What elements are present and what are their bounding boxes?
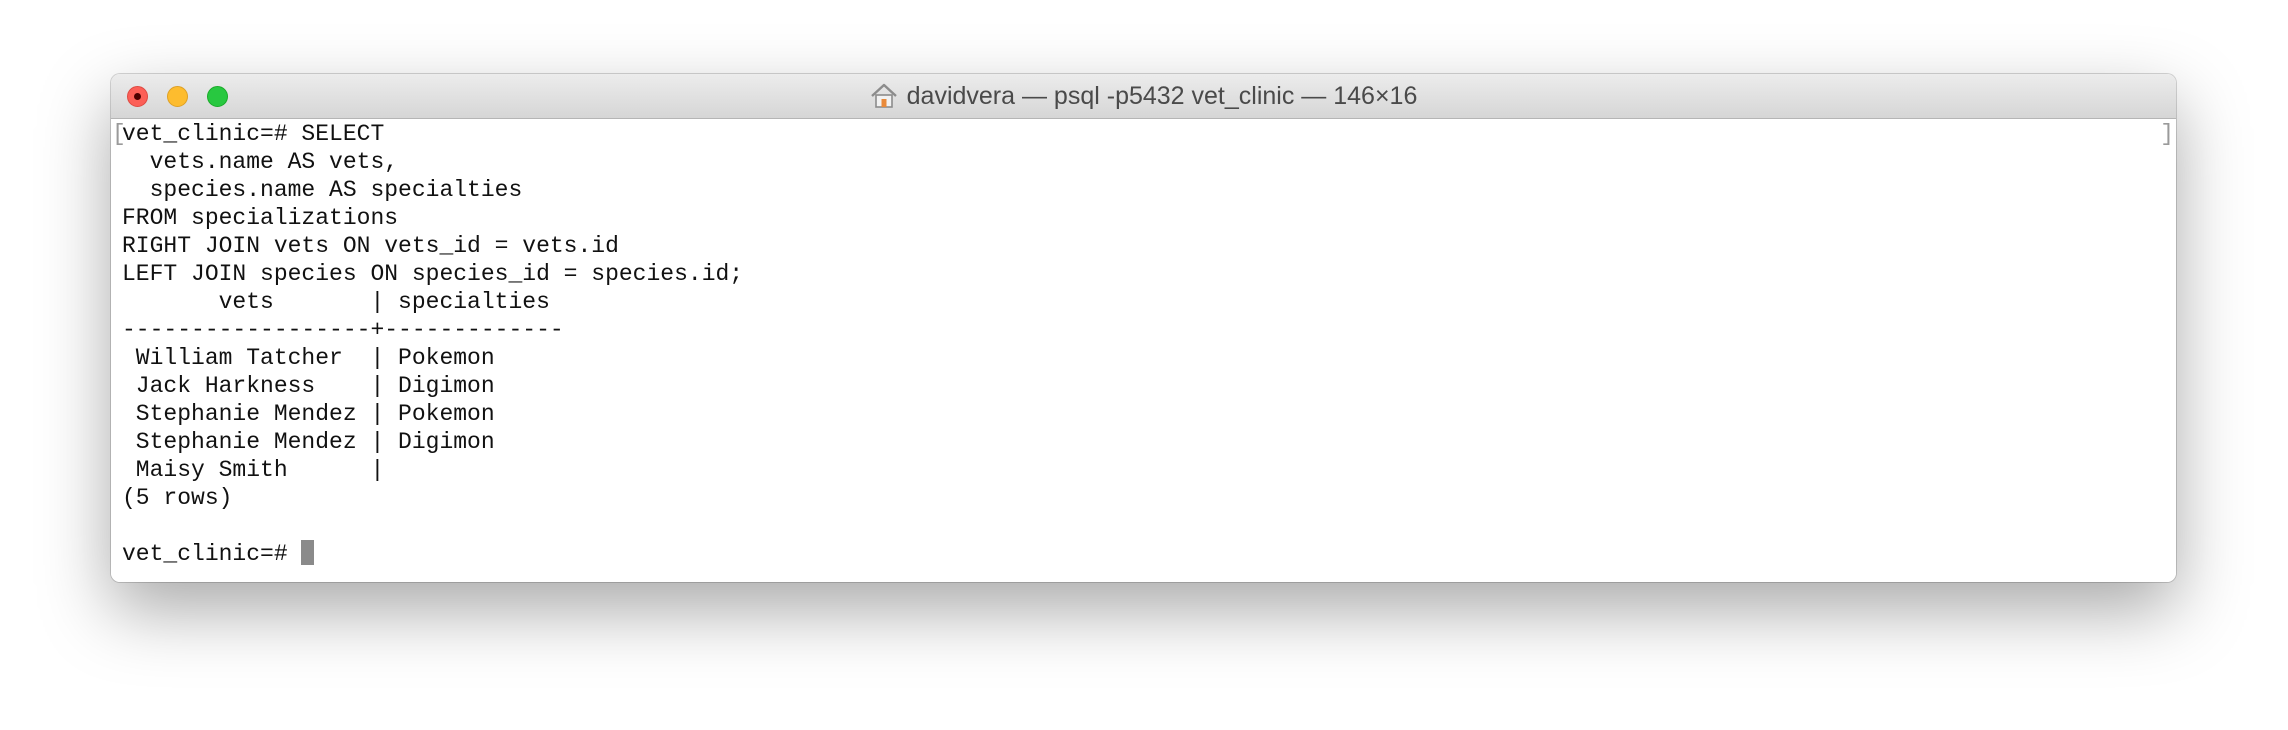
title-bar[interactable]: davidvera — psql -p5432 vet_clinic — 146… — [111, 74, 2176, 119]
prompt-line[interactable]: vet_clinic=# — [122, 540, 743, 568]
result-row: Stephanie Mendez | Digimon — [122, 429, 495, 455]
query-line: LEFT JOIN species ON species_id = specie… — [122, 261, 744, 287]
result-row: Stephanie Mendez | Pokemon — [122, 401, 495, 427]
terminal-output: vet_clinic=# SELECT vets.name AS vets, s… — [122, 120, 743, 568]
result-row: William Tatcher | Pokemon — [122, 345, 495, 371]
window-title: davidvera — psql -p5432 vet_clinic — 146… — [111, 74, 2176, 118]
result-header: vets | specialties — [122, 289, 550, 315]
query-line: FROM specializations — [122, 205, 399, 231]
terminal-window: davidvera — psql -p5432 vet_clinic — 146… — [111, 74, 2176, 582]
right-bracket: ] — [2160, 121, 2174, 147]
query-line: species.name AS specialties — [122, 177, 523, 203]
query-line: RIGHT JOIN vets ON vets_id = vets.id — [122, 233, 619, 259]
text-cursor — [301, 540, 315, 565]
window-title-text: davidvera — psql -p5432 vet_clinic — 146… — [906, 81, 1418, 110]
query-line: vets.name AS vets, — [122, 149, 399, 175]
result-row: Jack Harkness | Digimon — [122, 373, 495, 399]
query-line: vet_clinic=# SELECT — [122, 121, 385, 147]
result-divider: ------------------+------------- — [122, 317, 564, 343]
terminal-content[interactable]: [ ] vet_clinic=# SELECT vets.name AS vet… — [111, 119, 2176, 582]
home-icon — [870, 83, 897, 108]
result-row: Maisy Smith | — [122, 457, 385, 483]
prompt-text: vet_clinic=# — [122, 541, 302, 567]
row-count: (5 rows) — [122, 485, 233, 511]
